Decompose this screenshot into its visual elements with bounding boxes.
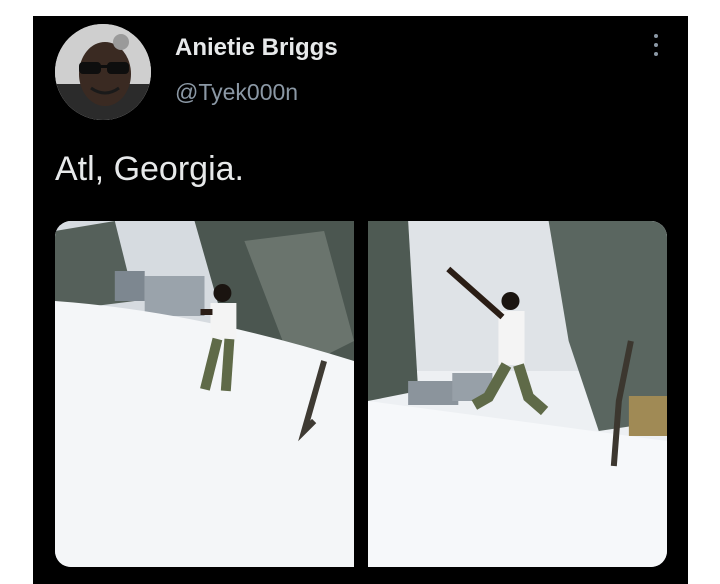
avatar-image <box>55 24 151 120</box>
media-photo-1[interactable] <box>55 221 354 567</box>
avatar[interactable] <box>55 24 151 120</box>
more-vertical-icon <box>648 34 664 56</box>
snow-photo-standing <box>55 221 354 567</box>
tweet-text: Atl, Georgia. <box>55 150 244 188</box>
user-handle[interactable]: @Tyek000n <box>175 78 298 106</box>
media-grid <box>55 221 667 567</box>
tweet-card[interactable]: Anietie Briggs @Tyek000n Atl, Georgia. <box>33 16 688 584</box>
more-options-button[interactable] <box>648 34 664 64</box>
media-photo-2[interactable] <box>368 221 667 567</box>
display-name[interactable]: Anietie Briggs <box>175 34 338 62</box>
snow-photo-jumping <box>368 221 667 567</box>
